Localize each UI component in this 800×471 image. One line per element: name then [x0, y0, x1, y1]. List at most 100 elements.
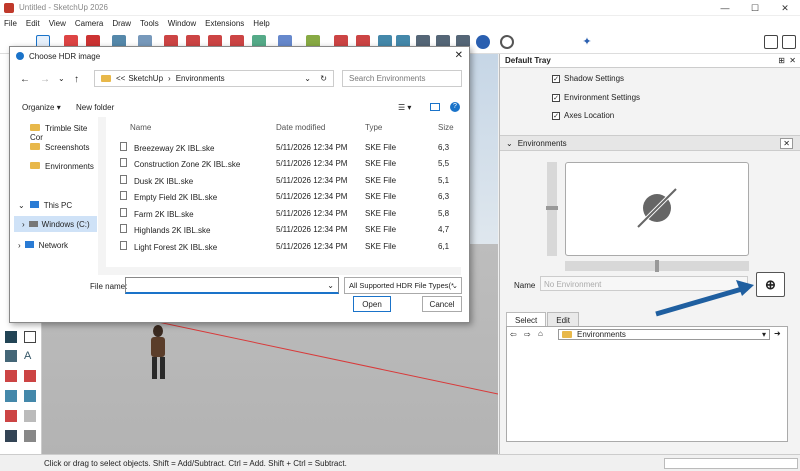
account-icon[interactable]	[500, 35, 514, 49]
file-icon	[120, 174, 127, 184]
measurements-box[interactable]	[664, 458, 798, 469]
file-row[interactable]: Construction Zone 2K IBL.ske 5/11/2026 12…	[106, 155, 461, 171]
horizontal-slider-thumb[interactable]	[655, 260, 659, 272]
folder-icon	[30, 162, 40, 169]
chevron-down-icon: ⌄	[18, 201, 25, 210]
document-icon[interactable]	[764, 35, 778, 49]
menu-extensions[interactable]: Extensions	[205, 19, 244, 28]
menu-file[interactable]: File	[4, 19, 17, 28]
refresh-icon[interactable]: ↻	[320, 74, 327, 83]
line-tool-icon[interactable]	[5, 331, 17, 343]
search-input[interactable]: Search Environments	[342, 70, 462, 87]
preview-pane-icon[interactable]	[430, 103, 440, 111]
sparkle-icon[interactable]: ✦	[580, 35, 594, 49]
no-environment-icon	[636, 187, 678, 229]
forward-button[interactable]: →	[40, 74, 50, 85]
chat-icon[interactable]	[476, 35, 490, 49]
3d-text-icon[interactable]: A	[24, 350, 36, 362]
file-icon	[120, 141, 127, 151]
checkbox-environment-settings[interactable]: ✓ Environment Settings	[552, 93, 640, 102]
view-options-icon[interactable]: ☰ ▾	[398, 103, 411, 112]
zoom-window-icon[interactable]	[5, 390, 17, 402]
add-environment-button[interactable]: ⊕	[756, 272, 785, 297]
section-plane-icon[interactable]	[5, 410, 17, 422]
nav-item-this-pc[interactable]: ⌄ This PC	[18, 201, 72, 210]
organize-button[interactable]: Organize ▾	[22, 103, 61, 112]
environments-section-header[interactable]: ⌄ Environments ✕	[500, 135, 800, 151]
menu-camera[interactable]: Camera	[75, 19, 103, 28]
up-button[interactable]: ↑	[74, 74, 79, 85]
address-dropdown-icon[interactable]: ⌄	[304, 74, 311, 83]
menu-view[interactable]: View	[49, 19, 66, 28]
panels-icon[interactable]	[782, 35, 796, 49]
close-window-button[interactable]: ✕	[770, 0, 800, 16]
menu-help[interactable]: Help	[253, 19, 269, 28]
minimize-button[interactable]: —	[710, 0, 740, 16]
column-type[interactable]: Type	[365, 123, 382, 132]
nav-item-trimble[interactable]: Trimble Site Cor	[30, 124, 97, 142]
cancel-button[interactable]: Cancel	[422, 296, 462, 312]
details-arrow-icon[interactable]: ➜	[774, 329, 781, 338]
column-date[interactable]: Date modified	[276, 123, 325, 132]
menu-tools[interactable]: Tools	[140, 19, 159, 28]
follow-me-icon[interactable]	[5, 370, 17, 382]
vertical-slider-thumb[interactable]	[546, 206, 558, 210]
dimension-tool-icon[interactable]	[5, 350, 17, 362]
recent-dropdown-button[interactable]: ⌄	[58, 74, 65, 83]
folder-icon	[101, 75, 111, 82]
section-close-icon[interactable]: ✕	[780, 137, 793, 149]
file-row[interactable]: Light Forest 2K IBL.ske 5/11/2026 12:34 P…	[106, 238, 461, 254]
title-bar: Untitled - SketchUp 2026 — ☐ ✕	[0, 0, 800, 16]
back-button[interactable]: ←	[20, 74, 30, 85]
back-arrow-icon[interactable]: ⇦	[510, 330, 517, 339]
tray-header: Default Tray ⊞ ✕	[500, 54, 800, 68]
scale-figure	[151, 325, 165, 379]
maximize-button[interactable]: ☐	[740, 0, 770, 16]
dialog-close-button[interactable]: ✕	[455, 50, 463, 61]
help-icon[interactable]: ?	[450, 102, 460, 112]
column-size[interactable]: Size	[438, 123, 454, 132]
file-name-input[interactable]: ⌄	[125, 277, 339, 294]
address-bar[interactable]: << SketchUp › Environments ⌄ ↻	[94, 70, 334, 87]
tray-close-icon[interactable]: ✕	[789, 56, 796, 65]
collection-dropdown[interactable]: Environments ▾	[558, 329, 770, 340]
file-row[interactable]: Dusk 2K IBL.ske 5/11/2026 12:34 PM SKE Fil…	[106, 172, 461, 188]
menu-window[interactable]: Window	[168, 19, 196, 28]
previous-view-icon[interactable]	[24, 390, 36, 402]
nav-item-environments[interactable]: Environments	[30, 162, 94, 171]
forward-arrow-icon[interactable]: ⇨	[524, 330, 531, 339]
drive-icon	[28, 221, 38, 227]
walk-tool-icon[interactable]	[5, 430, 17, 442]
file-row[interactable]: Breezeway 2K IBL.ske 5/11/2026 12:34 PM SK…	[106, 139, 461, 155]
menu-draw[interactable]: Draw	[112, 19, 131, 28]
open-button[interactable]: Open	[353, 296, 391, 312]
nav-item-windows-c[interactable]: › Windows (C:)	[14, 216, 97, 232]
nav-scrollbar[interactable]	[98, 117, 106, 275]
breadcrumb-root[interactable]: SketchUp	[128, 74, 163, 83]
environment-list[interactable]	[506, 326, 788, 442]
breadcrumb-current[interactable]: Environments	[176, 74, 225, 83]
nav-item-screenshots[interactable]: Screenshots	[30, 143, 89, 152]
new-folder-button[interactable]: New folder	[76, 103, 114, 112]
chevron-down-icon: ⌄	[506, 138, 513, 148]
file-type-select[interactable]: All Supported HDR File Types(*. ⌄	[344, 277, 462, 294]
text-tool-icon[interactable]	[24, 331, 36, 343]
look-around-icon[interactable]	[24, 430, 36, 442]
file-row[interactable]: Farm 2K IBL.ske 5/11/2026 12:34 PM SKE Fil…	[106, 205, 461, 221]
file-row[interactable]: Empty Field 2K IBL.ske 5/11/2026 12:34 PM…	[106, 188, 461, 204]
check-icon: ✓	[552, 111, 560, 120]
nav-item-network[interactable]: › Network	[18, 241, 68, 250]
home-icon[interactable]: ⌂	[538, 329, 543, 338]
column-name[interactable]: Name	[130, 123, 151, 132]
menu-edit[interactable]: Edit	[26, 19, 40, 28]
checkbox-shadow-settings[interactable]: ✓ Shadow Settings	[552, 74, 624, 83]
network-icon	[24, 241, 34, 248]
checkbox-axes-location[interactable]: ✓ Axes Location	[552, 111, 614, 120]
file-name-dropdown-icon[interactable]: ⌄	[327, 281, 334, 290]
file-list-hscrollbar[interactable]	[106, 267, 461, 275]
pin-icon[interactable]: ⊞	[778, 56, 785, 65]
axes-tool-icon[interactable]	[24, 370, 36, 382]
file-row[interactable]: Highlands 2K IBL.ske 5/11/2026 12:34 PM SK…	[106, 221, 461, 237]
folder-icon	[30, 143, 40, 150]
position-camera-icon[interactable]	[24, 410, 36, 422]
